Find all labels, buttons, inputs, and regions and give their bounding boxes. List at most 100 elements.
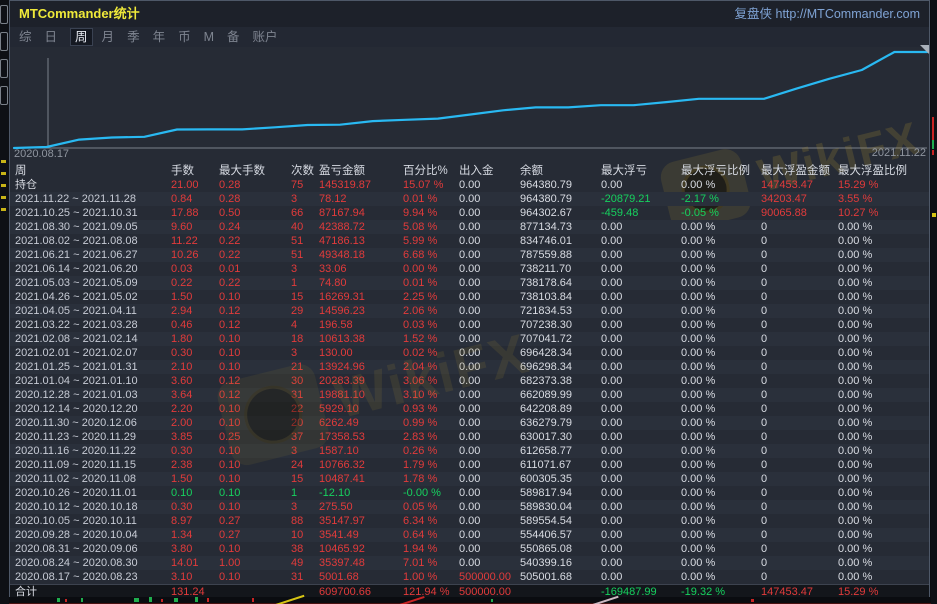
header-max-lots[interactable]: 最大手数: [219, 164, 291, 178]
cell-max-lots: 0.12: [219, 304, 291, 318]
cell-deposit-withdraw: 0.00: [459, 416, 520, 430]
cell-max-float-profit-pct: 0.00 %: [838, 500, 929, 514]
header-period[interactable]: 周: [15, 164, 171, 178]
cell-deposit-withdraw: 0.00: [459, 318, 520, 332]
cell-max-lots: 0.12: [219, 374, 291, 388]
cell-pct: 3.10 %: [403, 388, 459, 402]
window-subtitle-link[interactable]: 复盘侠 http://MTCommander.com: [735, 1, 920, 27]
cell-max-float-profit: 0: [761, 220, 838, 234]
cell-period: 2020.11.02 ~ 2020.11.08: [15, 472, 171, 486]
menu-item-4[interactable]: 月: [102, 29, 115, 45]
table-row[interactable]: 2021.03.22 ~ 2021.03.280.460.124196.580.…: [10, 318, 929, 332]
cell-lots: 17.88: [171, 206, 219, 220]
table-row[interactable]: 2021.01.04 ~ 2021.01.103.600.123020283.3…: [10, 374, 929, 388]
menu-item-5[interactable]: 季: [127, 29, 140, 45]
table-row[interactable]: 2021.01.25 ~ 2021.01.312.100.102113924.9…: [10, 360, 929, 374]
table-row[interactable]: 2020.11.30 ~ 2020.12.062.000.10206262.49…: [10, 416, 929, 430]
table-row[interactable]: 2021.02.08 ~ 2021.02.141.800.101810613.3…: [10, 332, 929, 346]
menu-item-3[interactable]: 周: [70, 28, 93, 46]
cell-max-float-loss: 0.00: [601, 570, 681, 584]
header-max-float-loss[interactable]: 最大浮亏: [601, 164, 681, 178]
cell-pnl: 14596.23: [319, 304, 403, 318]
menu-item-1[interactable]: 综: [19, 29, 32, 45]
cell-max-float-loss: 0.00: [601, 542, 681, 556]
cell-max-float-profit-pct: 0.00 %: [838, 374, 929, 388]
cell-pnl: 78.12: [319, 192, 403, 206]
cell-period: 2020.10.12 ~ 2020.10.18: [15, 500, 171, 514]
table-row[interactable]: 2020.11.23 ~ 2020.11.293.850.253717358.5…: [10, 430, 929, 444]
cell-balance: 738103.84: [520, 290, 601, 304]
cell-count: 40: [291, 220, 319, 234]
table-row[interactable]: 2020.10.05 ~ 2020.10.118.970.278835147.9…: [10, 514, 929, 528]
header-pnl[interactable]: 盈亏金额: [319, 164, 403, 178]
table-row[interactable]: 2020.10.26 ~ 2020.11.010.100.101-12.10-0…: [10, 486, 929, 500]
table-row[interactable]: 2021.06.21 ~ 2021.06.2710.260.225149348.…: [10, 248, 929, 262]
cell-balance: 550865.08: [520, 542, 601, 556]
table-row[interactable]: 2021.08.30 ~ 2021.09.059.600.244042388.7…: [10, 220, 929, 234]
table-row[interactable]: 2021.04.05 ~ 2021.04.112.940.122914596.2…: [10, 304, 929, 318]
menu-item-6[interactable]: 年: [153, 29, 166, 45]
table-row[interactable]: 2021.06.14 ~ 2021.06.200.030.01333.060.0…: [10, 262, 929, 276]
cell-max-float-profit-pct: 0.00 %: [838, 388, 929, 402]
table-row[interactable]: 2020.11.16 ~ 2020.11.220.300.1031587.100…: [10, 444, 929, 458]
table-row[interactable]: 2021.04.26 ~ 2021.05.021.500.101516269.3…: [10, 290, 929, 304]
cell-max-float-loss: 0.00: [601, 514, 681, 528]
table-row[interactable]: 2020.08.24 ~ 2020.08.3014.011.004935397.…: [10, 556, 929, 570]
chart-end-date: 2021.11.22: [872, 147, 926, 159]
menu-item-8[interactable]: M: [204, 29, 214, 45]
menu-item-7[interactable]: 币: [178, 29, 191, 45]
table-row[interactable]: 2020.08.31 ~ 2020.09.063.800.103810465.9…: [10, 542, 929, 556]
cell-deposit-withdraw: 0.00: [459, 178, 520, 192]
candle-mark: [932, 213, 936, 217]
table-row[interactable]: 2020.12.14 ~ 2020.12.202.200.10225929.10…: [10, 402, 929, 416]
cell-period: 2021.06.14 ~ 2021.06.20: [15, 262, 171, 276]
cell-max-float-loss-pct: 0.00 %: [681, 360, 761, 374]
cell-pct: 3.06 %: [403, 374, 459, 388]
menu-item-2[interactable]: 日: [45, 29, 58, 45]
cell-balance: 612658.77: [520, 444, 601, 458]
cell-pct: 0.26 %: [403, 444, 459, 458]
header-lots[interactable]: 手数: [171, 164, 219, 178]
screen: MTCommander统计 复盘侠 http://MTCommander.com…: [0, 0, 937, 604]
cell-max-float-profit-pct: 0.00 %: [838, 318, 929, 332]
menu-item-9[interactable]: 备: [227, 29, 240, 45]
table-header-row: 周手数最大手数次数盈亏金额百分比%出入金余额最大浮亏最大浮亏比例最大浮盈金额最大…: [10, 164, 929, 178]
total-row[interactable]: 合计131.24609700.66121.94 %500000.00-16948…: [10, 584, 929, 598]
header-max-float-profit[interactable]: 最大浮盈金额: [761, 164, 838, 178]
header-deposit-withdraw[interactable]: 出入金: [459, 164, 520, 178]
cell-pnl: 19881.10: [319, 388, 403, 402]
table-row[interactable]: 2020.10.12 ~ 2020.10.180.300.103275.500.…: [10, 500, 929, 514]
cell-pct: 5.99 %: [403, 234, 459, 248]
table-row[interactable]: 2021.02.01 ~ 2021.02.070.300.103130.000.…: [10, 346, 929, 360]
cell-max-float-profit-pct: 0.00 %: [838, 458, 929, 472]
cell-balance: 964302.67: [520, 206, 601, 220]
open-position-row[interactable]: 持仓21.000.2875145319.8715.07 %0.00964380.…: [10, 178, 929, 192]
header-max-float-loss-pct[interactable]: 最大浮亏比例: [681, 164, 761, 178]
header-balance[interactable]: 余额: [520, 164, 601, 178]
table-row[interactable]: 2020.11.02 ~ 2020.11.081.500.101510487.4…: [10, 472, 929, 486]
table-row[interactable]: 2021.11.22 ~ 2021.11.280.840.28378.120.0…: [10, 192, 929, 206]
table-row[interactable]: 2020.11.09 ~ 2020.11.152.380.102410766.3…: [10, 458, 929, 472]
cell-period: 2021.01.04 ~ 2021.01.10: [15, 374, 171, 388]
table-row[interactable]: 2021.10.25 ~ 2021.10.3117.880.506687167.…: [10, 206, 929, 220]
header-count[interactable]: 次数: [291, 164, 319, 178]
cell-pnl: 10465.92: [319, 542, 403, 556]
header-pct[interactable]: 百分比%: [403, 164, 459, 178]
menu-item-10[interactable]: 账户: [253, 29, 278, 45]
cell-max-float-profit-pct: 0.00 %: [838, 346, 929, 360]
cell-count: 29: [291, 304, 319, 318]
table-row[interactable]: 2021.05.03 ~ 2021.05.090.220.22174.800.0…: [10, 276, 929, 290]
cell-max-float-loss: 0.00: [601, 444, 681, 458]
header-max-float-profit-pct[interactable]: 最大浮盈比例: [838, 164, 929, 178]
candle-mark: [491, 599, 493, 602]
table-row[interactable]: 2020.12.28 ~ 2021.01.033.640.123119881.1…: [10, 388, 929, 402]
candle-mark: [149, 597, 152, 602]
background-toolbar-button: [0, 59, 8, 78]
cell-balance: 505001.68: [520, 570, 601, 584]
cell-max-float-loss-pct: 0.00 %: [681, 570, 761, 584]
cell-pct: 0.02 %: [403, 346, 459, 360]
cell-period: 2020.11.16 ~ 2020.11.22: [15, 444, 171, 458]
table-row[interactable]: 2020.09.28 ~ 2020.10.041.340.27103541.49…: [10, 528, 929, 542]
table-row[interactable]: 2020.08.17 ~ 2020.08.233.100.10315001.68…: [10, 570, 929, 584]
table-row[interactable]: 2021.08.02 ~ 2021.08.0811.220.225147186.…: [10, 234, 929, 248]
